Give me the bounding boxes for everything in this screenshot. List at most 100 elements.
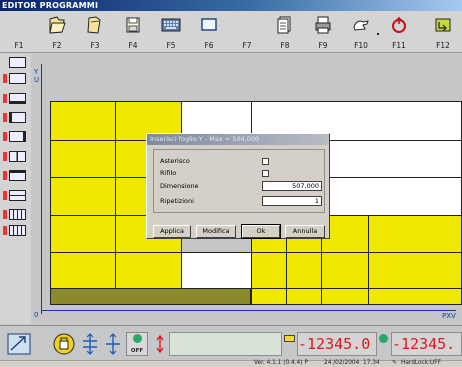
f8-label: F8 — [280, 41, 290, 50]
w-split-icon — [9, 190, 26, 201]
ripetizioni-input[interactable]: 1 — [262, 196, 322, 206]
coordinate-readout-1: -12345.0 — [297, 332, 377, 356]
f2-label: F2 — [52, 41, 62, 50]
folder-icon — [87, 16, 101, 34]
tool-pattern-b-button[interactable] — [3, 224, 27, 237]
red-marker-icon — [3, 191, 7, 200]
panel-cell[interactable] — [181, 252, 252, 289]
keyboard-icon — [161, 18, 181, 32]
red-marker-icon — [3, 113, 7, 122]
panel-cell[interactable] — [286, 288, 322, 305]
ok-button[interactable]: Ok — [241, 224, 281, 239]
tool-pattern-a-button[interactable] — [3, 208, 27, 221]
title-bar: EDITOR PROGRAMMI — [0, 0, 462, 11]
frame-icon — [9, 73, 26, 84]
grid-icon — [9, 151, 26, 162]
exit-icon — [435, 18, 451, 32]
x-axis-label: PXV — [442, 312, 456, 320]
f6-button[interactable]: F6 — [190, 11, 228, 53]
document-stack-icon — [277, 16, 291, 34]
edit-button[interactable]: Modifica — [196, 225, 236, 238]
f11-button[interactable]: F11 — [380, 11, 418, 53]
f10-label: F10 — [354, 41, 368, 50]
cancel-button[interactable]: Annulla — [285, 225, 325, 238]
panel-cell[interactable] — [321, 252, 369, 289]
panel-cell[interactable] — [50, 252, 116, 289]
f9-button[interactable]: F9 — [304, 11, 342, 53]
dimensione-label: Dimensione — [160, 182, 199, 190]
panel-cell[interactable] — [50, 215, 116, 253]
f7-button[interactable]: F7 — [228, 11, 266, 53]
red-marker-icon — [3, 210, 7, 219]
rifilo-label: Rifilo — [160, 169, 177, 177]
tool-z-split-button[interactable] — [3, 169, 27, 182]
panel-cell[interactable] — [251, 252, 287, 289]
cut-vertical-icon[interactable] — [80, 332, 100, 356]
off-toggle-button[interactable]: OFF — [126, 332, 148, 356]
dimensione-row: Dimensione 507,000 — [160, 181, 326, 192]
cut-horizontal-icon[interactable] — [103, 332, 123, 356]
hardlock-text: HardLock:UFF — [401, 360, 441, 366]
y-axis-line — [41, 64, 42, 314]
panel-cell[interactable] — [50, 140, 116, 178]
tool-frame-button[interactable] — [3, 56, 27, 69]
f7-label: F7 — [242, 41, 252, 50]
tool-y-split-button[interactable] — [3, 92, 27, 105]
apply-button[interactable]: Applica — [153, 225, 191, 238]
f4-button[interactable]: F4 — [114, 11, 152, 53]
coordinate-readout-2: -12345. — [391, 332, 462, 356]
save-disk-icon — [126, 17, 140, 33]
panel-cell[interactable] — [115, 252, 182, 289]
panel-cell[interactable] — [368, 252, 462, 289]
asterisco-checkbox[interactable] — [262, 158, 269, 165]
frame-icon — [9, 57, 26, 68]
left-tool-strip — [0, 54, 31, 324]
version-text: Ver. 4.1.1 (0.4.4) P — [254, 360, 308, 366]
panel-cell[interactable] — [321, 288, 369, 305]
f12-button[interactable]: F12 — [424, 11, 462, 53]
red-marker-icon — [3, 94, 7, 103]
f5-label: F5 — [166, 41, 176, 50]
rifilo-checkbox[interactable] — [262, 170, 269, 177]
waste-strip[interactable] — [50, 288, 251, 305]
panel-cell[interactable] — [368, 215, 462, 253]
undo-icon — [392, 16, 406, 33]
u-split-icon — [9, 131, 26, 142]
ripetizioni-label: Ripetizioni — [160, 197, 194, 205]
zoom-window-icon[interactable] — [7, 332, 31, 356]
move-arrows-icon[interactable] — [155, 332, 165, 356]
f9-label: F9 — [318, 41, 328, 50]
f5-button[interactable]: F5 — [152, 11, 190, 53]
panel-cell[interactable] — [368, 288, 462, 305]
yellow-axis-indicator — [284, 335, 295, 342]
hand-icon — [353, 20, 369, 31]
f1-button[interactable]: F1 — [0, 11, 38, 53]
y-axis-label: Y — [34, 68, 39, 76]
f3-button[interactable]: F3 — [76, 11, 114, 53]
f2-button[interactable]: F2 — [38, 11, 76, 53]
asterisco-label: Asterisco — [160, 157, 190, 165]
f4-label: F4 — [128, 41, 138, 50]
tool-x-split-button[interactable] — [3, 111, 27, 124]
f1-label: F1 — [14, 41, 24, 50]
dialog-field-group: Asterisco Rifilo Dimensione 507,000 Ripe… — [153, 149, 325, 213]
panel-cell[interactable] — [251, 288, 287, 305]
f3-label: F3 — [90, 41, 100, 50]
lock-toggle-icon[interactable] — [52, 332, 76, 356]
window-title: EDITOR PROGRAMMI — [2, 1, 99, 10]
tool-w-split-button[interactable] — [3, 189, 27, 202]
rifilo-row: Rifilo — [160, 168, 326, 179]
f10-button[interactable]: F10 — [342, 11, 380, 53]
tool-u-split-button[interactable] — [3, 130, 27, 143]
tool-red-frame-button[interactable] — [3, 72, 27, 85]
f8-button[interactable]: F8 — [266, 11, 304, 53]
green-axis-indicator — [379, 334, 388, 343]
pattern-b-icon — [9, 225, 26, 236]
panel-cell[interactable] — [50, 177, 116, 216]
tool-grid-button[interactable] — [3, 150, 27, 163]
panel-cell[interactable] — [50, 101, 116, 141]
panel-cell[interactable] — [286, 252, 322, 289]
function-key-toolbar: F1 F2 F3 F4 F5 F6 F7 F8 F9 F10 F11 F12 — [0, 11, 462, 53]
dimensione-input[interactable]: 507,000 — [262, 181, 322, 191]
f11-label: F11 — [392, 41, 406, 50]
